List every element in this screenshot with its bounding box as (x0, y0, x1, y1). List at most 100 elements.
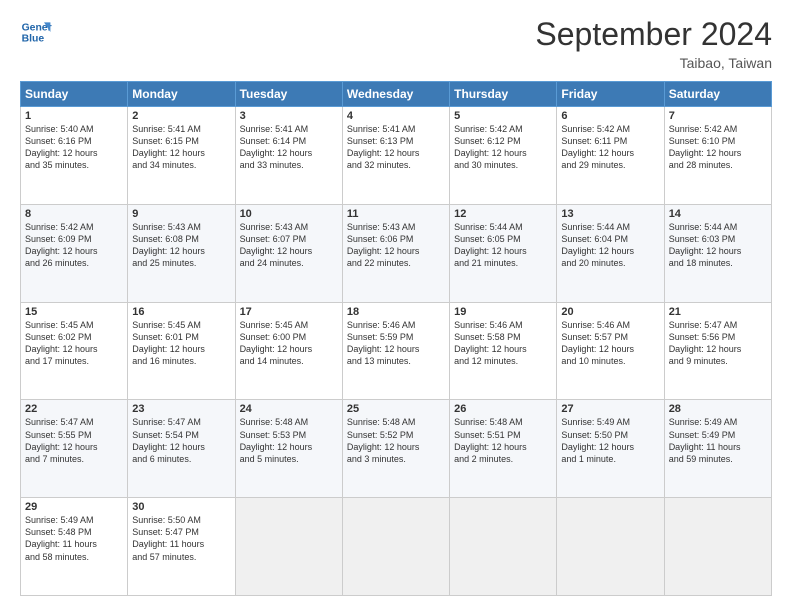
calendar-cell: 14Sunrise: 5:44 AM Sunset: 6:03 PM Dayli… (664, 204, 771, 302)
day-info: Sunrise: 5:40 AM Sunset: 6:16 PM Dayligh… (25, 123, 123, 172)
day-number: 6 (561, 110, 659, 122)
calendar-cell (450, 498, 557, 596)
day-info: Sunrise: 5:50 AM Sunset: 5:47 PM Dayligh… (132, 514, 230, 563)
day-info: Sunrise: 5:44 AM Sunset: 6:04 PM Dayligh… (561, 221, 659, 270)
day-info: Sunrise: 5:41 AM Sunset: 6:15 PM Dayligh… (132, 123, 230, 172)
day-info: Sunrise: 5:46 AM Sunset: 5:58 PM Dayligh… (454, 319, 552, 368)
calendar-cell: 10Sunrise: 5:43 AM Sunset: 6:07 PM Dayli… (235, 204, 342, 302)
calendar-cell: 18Sunrise: 5:46 AM Sunset: 5:59 PM Dayli… (342, 302, 449, 400)
month-title: September 2024 (535, 16, 772, 53)
weekday-header-monday: Monday (128, 82, 235, 107)
day-number: 1 (25, 110, 123, 122)
calendar-table: SundayMondayTuesdayWednesdayThursdayFrid… (20, 81, 772, 596)
day-info: Sunrise: 5:49 AM Sunset: 5:50 PM Dayligh… (561, 416, 659, 465)
weekday-header-sunday: Sunday (21, 82, 128, 107)
weekday-header-friday: Friday (557, 82, 664, 107)
calendar-cell: 22Sunrise: 5:47 AM Sunset: 5:55 PM Dayli… (21, 400, 128, 498)
day-info: Sunrise: 5:47 AM Sunset: 5:54 PM Dayligh… (132, 416, 230, 465)
day-info: Sunrise: 5:43 AM Sunset: 6:07 PM Dayligh… (240, 221, 338, 270)
calendar-cell: 26Sunrise: 5:48 AM Sunset: 5:51 PM Dayli… (450, 400, 557, 498)
calendar-cell: 5Sunrise: 5:42 AM Sunset: 6:12 PM Daylig… (450, 107, 557, 205)
day-info: Sunrise: 5:41 AM Sunset: 6:13 PM Dayligh… (347, 123, 445, 172)
day-number: 25 (347, 403, 445, 415)
calendar-cell: 11Sunrise: 5:43 AM Sunset: 6:06 PM Dayli… (342, 204, 449, 302)
calendar-week-2: 8Sunrise: 5:42 AM Sunset: 6:09 PM Daylig… (21, 204, 772, 302)
calendar-week-1: 1Sunrise: 5:40 AM Sunset: 6:16 PM Daylig… (21, 107, 772, 205)
day-number: 24 (240, 403, 338, 415)
calendar-cell (342, 498, 449, 596)
calendar-cell: 30Sunrise: 5:50 AM Sunset: 5:47 PM Dayli… (128, 498, 235, 596)
calendar-week-5: 29Sunrise: 5:49 AM Sunset: 5:48 PM Dayli… (21, 498, 772, 596)
day-info: Sunrise: 5:44 AM Sunset: 6:05 PM Dayligh… (454, 221, 552, 270)
day-info: Sunrise: 5:42 AM Sunset: 6:11 PM Dayligh… (561, 123, 659, 172)
day-number: 16 (132, 306, 230, 318)
day-number: 26 (454, 403, 552, 415)
day-number: 11 (347, 208, 445, 220)
header: General Blue September 2024 Taibao, Taiw… (20, 16, 772, 71)
day-number: 30 (132, 501, 230, 513)
calendar-week-3: 15Sunrise: 5:45 AM Sunset: 6:02 PM Dayli… (21, 302, 772, 400)
day-number: 14 (669, 208, 767, 220)
calendar-cell: 24Sunrise: 5:48 AM Sunset: 5:53 PM Dayli… (235, 400, 342, 498)
day-number: 5 (454, 110, 552, 122)
title-area: September 2024 Taibao, Taiwan (535, 16, 772, 71)
calendar-cell: 21Sunrise: 5:47 AM Sunset: 5:56 PM Dayli… (664, 302, 771, 400)
day-info: Sunrise: 5:49 AM Sunset: 5:49 PM Dayligh… (669, 416, 767, 465)
day-info: Sunrise: 5:47 AM Sunset: 5:55 PM Dayligh… (25, 416, 123, 465)
weekday-header-tuesday: Tuesday (235, 82, 342, 107)
day-number: 10 (240, 208, 338, 220)
calendar-cell: 13Sunrise: 5:44 AM Sunset: 6:04 PM Dayli… (557, 204, 664, 302)
day-number: 2 (132, 110, 230, 122)
day-info: Sunrise: 5:42 AM Sunset: 6:10 PM Dayligh… (669, 123, 767, 172)
calendar-cell: 28Sunrise: 5:49 AM Sunset: 5:49 PM Dayli… (664, 400, 771, 498)
calendar-cell (664, 498, 771, 596)
calendar-cell: 15Sunrise: 5:45 AM Sunset: 6:02 PM Dayli… (21, 302, 128, 400)
day-info: Sunrise: 5:46 AM Sunset: 5:59 PM Dayligh… (347, 319, 445, 368)
weekday-header-wednesday: Wednesday (342, 82, 449, 107)
day-number: 7 (669, 110, 767, 122)
calendar-cell: 16Sunrise: 5:45 AM Sunset: 6:01 PM Dayli… (128, 302, 235, 400)
day-number: 19 (454, 306, 552, 318)
day-info: Sunrise: 5:42 AM Sunset: 6:12 PM Dayligh… (454, 123, 552, 172)
calendar-cell: 23Sunrise: 5:47 AM Sunset: 5:54 PM Dayli… (128, 400, 235, 498)
day-info: Sunrise: 5:42 AM Sunset: 6:09 PM Dayligh… (25, 221, 123, 270)
calendar-cell: 6Sunrise: 5:42 AM Sunset: 6:11 PM Daylig… (557, 107, 664, 205)
calendar-cell: 20Sunrise: 5:46 AM Sunset: 5:57 PM Dayli… (557, 302, 664, 400)
calendar-cell: 12Sunrise: 5:44 AM Sunset: 6:05 PM Dayli… (450, 204, 557, 302)
day-number: 3 (240, 110, 338, 122)
day-number: 29 (25, 501, 123, 513)
calendar-cell: 1Sunrise: 5:40 AM Sunset: 6:16 PM Daylig… (21, 107, 128, 205)
day-info: Sunrise: 5:43 AM Sunset: 6:06 PM Dayligh… (347, 221, 445, 270)
page: General Blue September 2024 Taibao, Taiw… (0, 0, 792, 612)
day-info: Sunrise: 5:43 AM Sunset: 6:08 PM Dayligh… (132, 221, 230, 270)
calendar-cell: 3Sunrise: 5:41 AM Sunset: 6:14 PM Daylig… (235, 107, 342, 205)
calendar-cell (235, 498, 342, 596)
day-number: 20 (561, 306, 659, 318)
day-info: Sunrise: 5:44 AM Sunset: 6:03 PM Dayligh… (669, 221, 767, 270)
day-number: 17 (240, 306, 338, 318)
calendar-cell: 19Sunrise: 5:46 AM Sunset: 5:58 PM Dayli… (450, 302, 557, 400)
day-info: Sunrise: 5:49 AM Sunset: 5:48 PM Dayligh… (25, 514, 123, 563)
calendar-cell: 4Sunrise: 5:41 AM Sunset: 6:13 PM Daylig… (342, 107, 449, 205)
day-number: 28 (669, 403, 767, 415)
day-number: 23 (132, 403, 230, 415)
day-number: 21 (669, 306, 767, 318)
calendar-cell: 7Sunrise: 5:42 AM Sunset: 6:10 PM Daylig… (664, 107, 771, 205)
calendar-cell: 29Sunrise: 5:49 AM Sunset: 5:48 PM Dayli… (21, 498, 128, 596)
logo-icon: General Blue (20, 16, 52, 48)
day-info: Sunrise: 5:48 AM Sunset: 5:53 PM Dayligh… (240, 416, 338, 465)
day-number: 13 (561, 208, 659, 220)
day-info: Sunrise: 5:45 AM Sunset: 6:00 PM Dayligh… (240, 319, 338, 368)
day-info: Sunrise: 5:45 AM Sunset: 6:02 PM Dayligh… (25, 319, 123, 368)
day-number: 8 (25, 208, 123, 220)
calendar-cell: 25Sunrise: 5:48 AM Sunset: 5:52 PM Dayli… (342, 400, 449, 498)
calendar-cell: 17Sunrise: 5:45 AM Sunset: 6:00 PM Dayli… (235, 302, 342, 400)
calendar-cell: 9Sunrise: 5:43 AM Sunset: 6:08 PM Daylig… (128, 204, 235, 302)
logo: General Blue (20, 16, 52, 48)
day-info: Sunrise: 5:45 AM Sunset: 6:01 PM Dayligh… (132, 319, 230, 368)
svg-text:Blue: Blue (22, 34, 45, 45)
day-number: 27 (561, 403, 659, 415)
calendar-cell (557, 498, 664, 596)
calendar-cell: 2Sunrise: 5:41 AM Sunset: 6:15 PM Daylig… (128, 107, 235, 205)
day-info: Sunrise: 5:41 AM Sunset: 6:14 PM Dayligh… (240, 123, 338, 172)
